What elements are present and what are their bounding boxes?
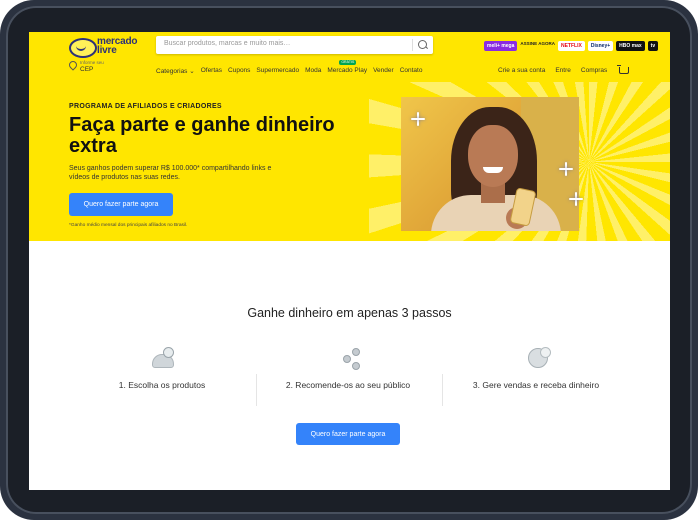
sparkle-icon: [559, 162, 573, 176]
create-account-link[interactable]: Crie a sua conta: [498, 67, 545, 74]
search-icon[interactable]: [418, 40, 427, 49]
hero-subtitle: Seus ganhos podem superar R$ 100.000* co…: [69, 165, 272, 181]
subscribe-now-label[interactable]: ASSINE AGORA: [520, 41, 555, 51]
handshake-icon: [69, 38, 97, 58]
user-nav: Crie a sua conta Entre Compras: [498, 65, 630, 74]
cart-icon[interactable]: [617, 65, 630, 74]
nav-offers[interactable]: Ofertas: [201, 67, 222, 75]
step-label: 3. Gere vendas e receba dinheiro: [472, 380, 600, 390]
nav-coupons[interactable]: Cupons: [228, 67, 250, 75]
main-nav: Categorias ⌄ Ofertas Cupons Supermercado…: [156, 60, 423, 75]
browser-viewport: mercado livre Buscar produtos, marcas e …: [29, 32, 670, 490]
steps-title: Ganhe dinheiro em apenas 3 passos: [247, 306, 452, 320]
step-choose-products: 1. Escolha os produtos: [72, 346, 252, 390]
photo-smile: [483, 167, 503, 173]
sneaker-icon: [150, 346, 174, 370]
location-label: CEP: [80, 66, 94, 73]
nav-fashion[interactable]: Moda: [305, 67, 321, 75]
site-header: mercado livre Buscar produtos, marcas e …: [29, 32, 670, 82]
hero-photo: [401, 97, 579, 231]
hero-footnote: *Ganho médio mensal dos principais afili…: [69, 223, 188, 228]
location-pin-icon: [67, 59, 79, 71]
nav-supermarket[interactable]: Supermercado: [256, 67, 299, 75]
join-now-button-bottom[interactable]: Quero fazer parte agora: [296, 423, 400, 445]
free-badge: GRÁTIS: [339, 60, 357, 65]
sparkle-icon: [411, 112, 425, 126]
photo-face: [468, 125, 518, 187]
login-link[interactable]: Entre: [555, 67, 571, 74]
location-prompt: Informe seu: [80, 60, 104, 65]
meli-plus-badge[interactable]: meli+ mega: [484, 41, 518, 51]
search-input[interactable]: Buscar produtos, marcas e muito mais…: [164, 40, 290, 47]
join-now-button[interactable]: Quero fazer parte agora: [69, 193, 173, 216]
netflix-logo: NETFLIX: [557, 41, 585, 51]
step-divider: [256, 374, 257, 406]
search-divider: [412, 39, 413, 51]
nav-sell[interactable]: Vender: [373, 67, 394, 75]
step-label: 1. Escolha os produtos: [118, 380, 206, 390]
search-bar[interactable]: Buscar produtos, marcas e muito mais…: [156, 36, 433, 54]
nav-contact[interactable]: Contato: [400, 67, 423, 75]
affiliate-hero: PROGRAMA DE AFILIADOS E CRIADORES Faça p…: [29, 82, 670, 241]
hero-headline: Faça parte e ganhe dinheiro extra: [69, 114, 335, 157]
step-recommend: 2. Recomende-os ao seu público: [258, 346, 438, 390]
nav-mercado-play-label: Mercado Play: [327, 67, 368, 74]
subscription-banner[interactable]: meli+ mega ASSINE AGORA NETFLIX Disney+ …: [484, 40, 659, 52]
step-earn-money: 3. Gere vendas e receba dinheiro: [446, 346, 626, 390]
logo-wordmark: mercado livre: [97, 37, 137, 56]
logo-line2: livre: [97, 45, 117, 56]
purchases-link[interactable]: Compras: [581, 67, 607, 74]
step-label: 2. Recomende-os ao seu público: [285, 380, 411, 390]
apple-tv-logo: tv: [647, 41, 659, 51]
hero-eyebrow: PROGRAMA DE AFILIADOS E CRIADORES: [69, 103, 222, 110]
nav-categories[interactable]: Categorias ⌄: [156, 67, 195, 75]
nav-mercado-play[interactable]: GRÁTIS Mercado Play: [327, 60, 368, 75]
disney-plus-logo: Disney+: [587, 41, 614, 51]
share-icon: [336, 346, 360, 370]
hbo-max-logo: HBO max: [616, 41, 645, 51]
nav-categories-label: Categorias: [156, 68, 188, 75]
step-divider: [442, 374, 443, 406]
sparkle-icon: [569, 192, 583, 206]
coins-icon: [524, 346, 551, 370]
mercado-livre-logo[interactable]: mercado livre: [69, 37, 161, 59]
